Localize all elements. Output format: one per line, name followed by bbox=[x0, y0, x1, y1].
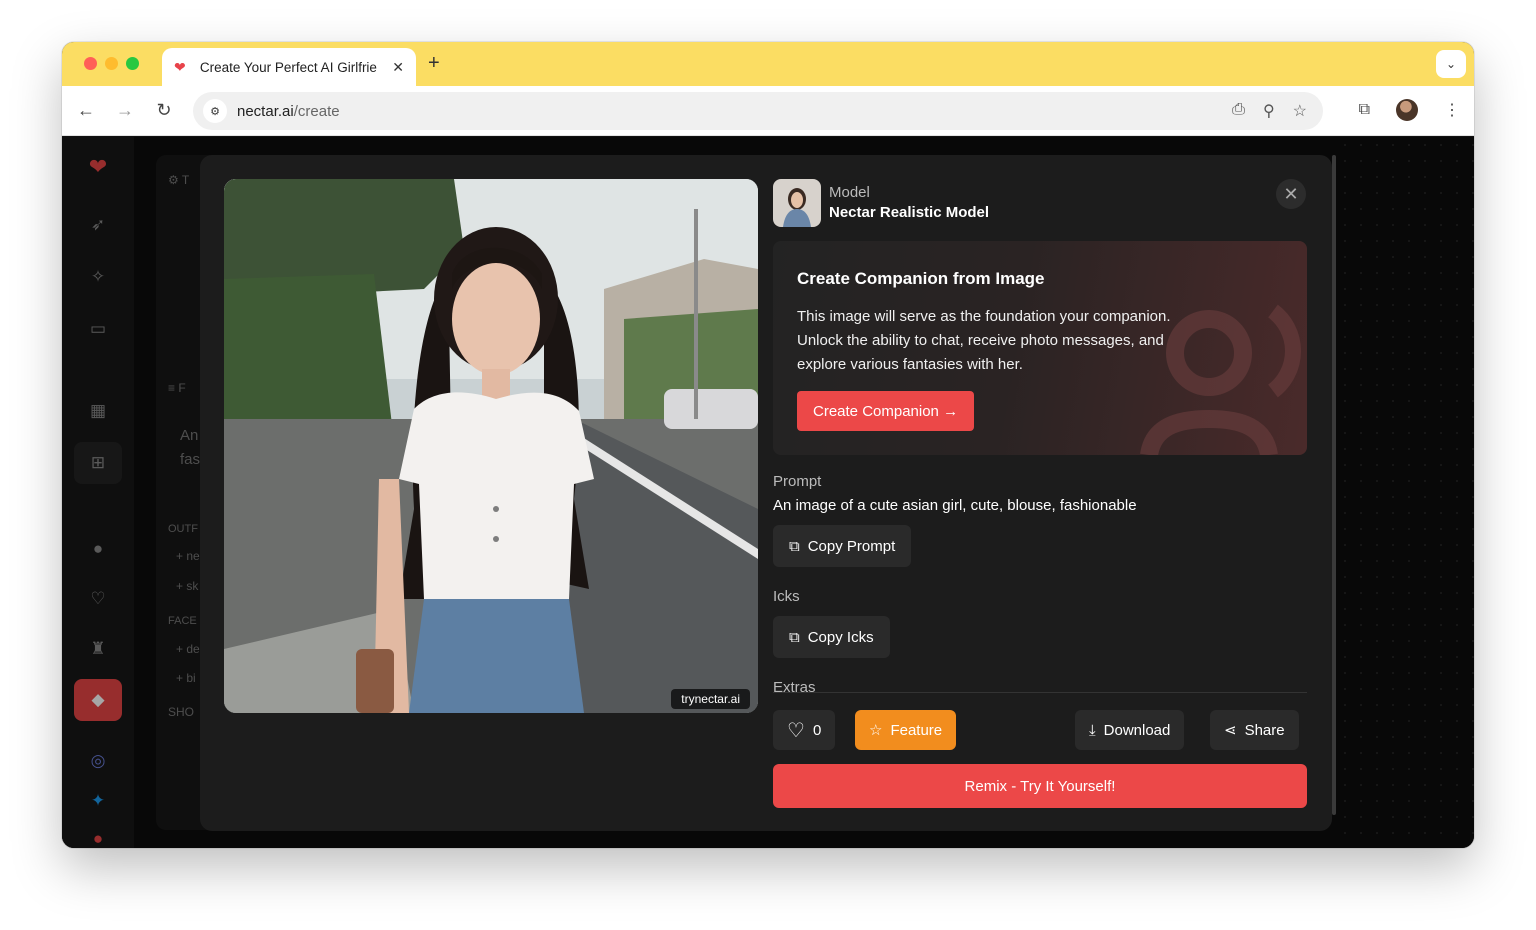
download-label: Download bbox=[1103, 721, 1171, 739]
like-button[interactable]: ♡ 0 bbox=[773, 710, 836, 750]
forward-arrow-icon[interactable]: → bbox=[114, 100, 136, 121]
minimize-window-button[interactable] bbox=[105, 57, 118, 70]
copy-icon: ⧉ bbox=[789, 537, 800, 555]
feature-label: Feature bbox=[890, 721, 943, 739]
model-thumbnail bbox=[773, 179, 821, 227]
copy-icks-label: Copy Icks bbox=[807, 628, 874, 646]
copy-icon: ⧉ bbox=[789, 628, 800, 646]
extensions-puzzle-icon[interactable]: ⧉ bbox=[1359, 101, 1370, 119]
modal-close-icon[interactable]: ✕ bbox=[1276, 179, 1306, 209]
copy-icks-button[interactable]: ⧉ Copy Icks bbox=[773, 616, 890, 658]
share-button[interactable]: ⋖ Share bbox=[1210, 710, 1299, 750]
extras-label: Extras bbox=[773, 679, 816, 696]
prompt-text: An image of a cute asian girl, cute, blo… bbox=[773, 497, 1137, 514]
page-content: ❤ ➶ ✧ ▭ ▦ ⊞ ● ♡ ♜ ◆ ◎ ✦ ● ⚙ T ≡ F An fas… bbox=[62, 137, 1474, 848]
share-icon: ⋖ bbox=[1224, 722, 1237, 739]
model-label: Model bbox=[829, 184, 870, 201]
share-label: Share bbox=[1244, 721, 1285, 739]
prompt-label: Prompt bbox=[773, 473, 822, 490]
tab-close-icon[interactable]: ✕ bbox=[392, 59, 404, 76]
close-window-button[interactable] bbox=[84, 57, 97, 70]
model-thumbnail-image bbox=[773, 179, 821, 227]
download-icon: ⤓ bbox=[1089, 721, 1096, 739]
reload-icon[interactable]: ↻ bbox=[153, 100, 175, 121]
modal-scrollbar[interactable] bbox=[1332, 155, 1336, 815]
browser-tab[interactable]: ❤ Create Your Perfect AI Girlfrie ✕ bbox=[162, 48, 416, 86]
companion-card-description: This image will serve as the foundation … bbox=[797, 308, 1171, 373]
zoom-icon[interactable]: ⚲ bbox=[1263, 101, 1275, 121]
new-tab-button[interactable]: + bbox=[428, 52, 440, 75]
watermark-label: trynectar.ai bbox=[671, 689, 750, 709]
image-detail-modal: trynectar.ai Model Nectar Realistic Mode… bbox=[200, 155, 1336, 831]
copy-prompt-button[interactable]: ⧉ Copy Prompt bbox=[773, 525, 912, 567]
star-icon: ☆ bbox=[869, 722, 883, 739]
profile-avatar[interactable] bbox=[1396, 99, 1418, 121]
icks-label: Icks bbox=[773, 588, 800, 605]
create-companion-button[interactable]: Create Companion → bbox=[797, 391, 975, 431]
companion-card-title: Create Companion from Image bbox=[797, 269, 1045, 288]
back-arrow-icon[interactable]: ← bbox=[75, 100, 97, 121]
model-name: Nectar Realistic Model bbox=[829, 204, 990, 221]
maximize-window-button[interactable] bbox=[126, 57, 139, 70]
site-settings-icon[interactable]: ⚙ bbox=[203, 99, 227, 123]
install-app-icon[interactable]: ⎙ bbox=[1232, 101, 1245, 121]
address-bar[interactable]: ⚙ nectar.ai/create ⎙ ⚲ ☆ bbox=[193, 92, 1323, 130]
portrait-illustration bbox=[224, 179, 758, 713]
like-count: 0 bbox=[812, 721, 822, 739]
tab-search-chevron-icon[interactable]: ⌄ bbox=[1436, 50, 1466, 78]
tab-title: Create Your Perfect AI Girlfrie bbox=[199, 59, 377, 75]
toolbar-right: ⧉ ⋮ bbox=[1359, 99, 1460, 121]
heart-icon: ♡ bbox=[787, 719, 805, 742]
generated-photo: trynectar.ai bbox=[224, 179, 758, 713]
remix-button[interactable]: Remix - Try It Yourself! bbox=[773, 764, 1307, 808]
window-controls bbox=[84, 57, 139, 70]
tab-strip: ❤ Create Your Perfect AI Girlfrie ✕ + ⌄ bbox=[62, 42, 1474, 86]
bookmark-star-icon[interactable]: ☆ bbox=[1293, 101, 1307, 121]
kebab-menu-icon[interactable]: ⋮ bbox=[1444, 100, 1460, 120]
copy-prompt-label: Copy Prompt bbox=[807, 537, 896, 555]
create-companion-card: Create Companion from Image This image w… bbox=[773, 241, 1307, 455]
url-text[interactable]: nectar.ai/create bbox=[237, 103, 340, 120]
extras-divider bbox=[773, 692, 1307, 693]
heart-favicon-icon: ❤ bbox=[174, 59, 186, 75]
browser-window: ❤ Create Your Perfect AI Girlfrie ✕ + ⌄ … bbox=[62, 42, 1474, 848]
download-button[interactable]: ⤓ Download bbox=[1075, 710, 1185, 750]
omnibox-actions: ⎙ ⚲ ☆ bbox=[1232, 101, 1307, 121]
browser-toolbar: ← → ↻ ⚙ nectar.ai/create ⎙ ⚲ ☆ ⧉ ⋮ bbox=[62, 86, 1474, 136]
feature-button[interactable]: ☆ Feature bbox=[855, 710, 957, 750]
